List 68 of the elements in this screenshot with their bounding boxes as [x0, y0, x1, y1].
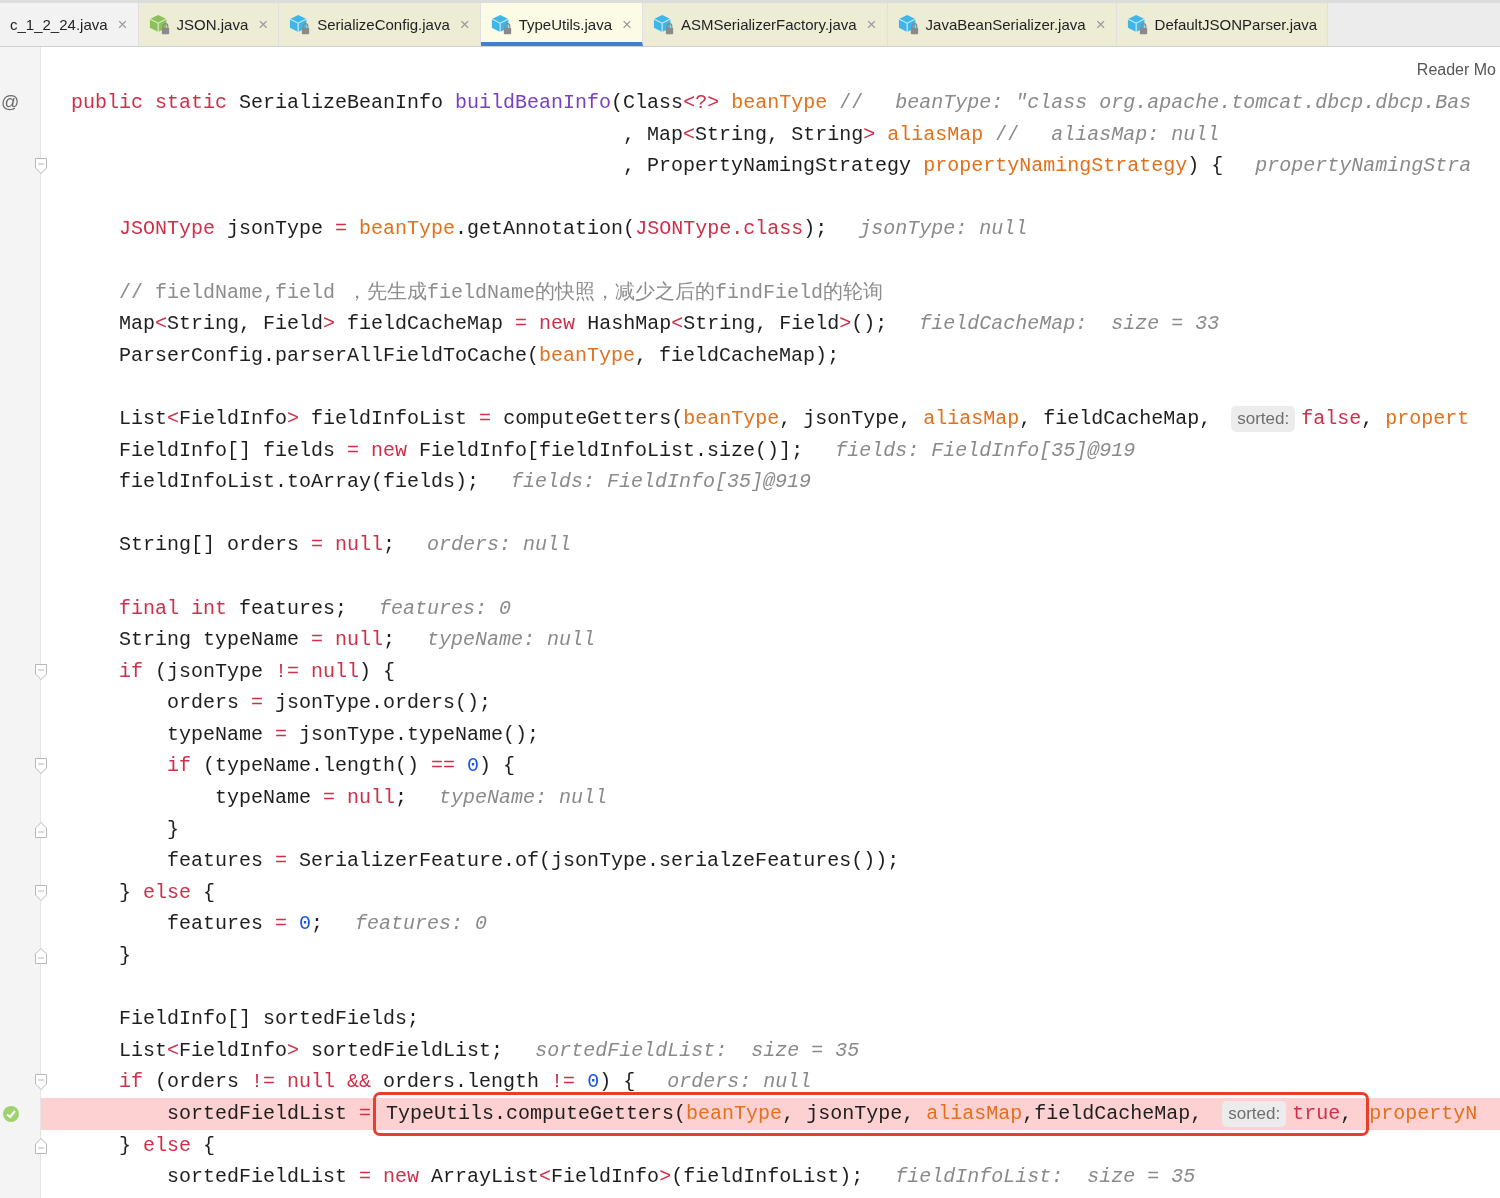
- debug-value: jsonType: null: [859, 216, 1028, 243]
- debug-value: fieldCacheMap: size = 33: [919, 311, 1220, 338]
- fold-icon[interactable]: [35, 758, 47, 775]
- code-text: typeName = null;: [215, 785, 408, 812]
- code-text: fieldInfoList.toArray(fields);: [119, 469, 480, 496]
- code-text: FieldInfo[] fields = new FieldInfo[fieldInfoList.size()];: [119, 437, 804, 464]
- editor-tab[interactable]: TypeUtils.java ×: [480, 3, 643, 46]
- code-text: }: [167, 816, 179, 843]
- editor-tab[interactable]: JavaBeanSerializer.java ×: [887, 3, 1117, 46]
- code-text: String[] orders = null;: [119, 532, 396, 559]
- debug-value: orders: null: [667, 1069, 812, 1096]
- code-text: Map<String, Field> fieldCacheMap = new HashMap<String, Field>();: [119, 311, 888, 338]
- code-text: , Map<String, String> aliasMap //: [623, 121, 1020, 148]
- code-text: JSONType jsonType = beanType.getAnnotation(JSONType.class);: [119, 216, 828, 243]
- code-text: FieldInfo[] sortedFields;: [119, 1006, 420, 1033]
- reader-mode-link[interactable]: Reader Mo: [1416, 55, 1496, 79]
- code-text: if (orders != null && orders.length != 0) {: [119, 1069, 636, 1096]
- editor-tab[interactable]: SerializeConfig.java ×: [279, 3, 481, 46]
- parameter-hint: sorted:: [1222, 1100, 1287, 1127]
- code-text: } else {: [119, 1132, 216, 1159]
- code-text: false, propert: [1301, 405, 1470, 432]
- override-marker[interactable]: @: [1, 91, 20, 113]
- debug-value: typeName: null: [427, 627, 596, 654]
- code-text: , PropertyNamingStrategy propertyNamingStrategy) {: [623, 153, 1224, 180]
- code-text: features = 0;: [167, 911, 324, 938]
- fold-icon[interactable]: [35, 1074, 47, 1091]
- check-icon[interactable]: [2, 1105, 20, 1123]
- debug-value: typeName: null: [439, 785, 608, 812]
- code-text: public static SerializeBeanInfo buildBeanInfo(Class<?> beanType //: [71, 90, 864, 116]
- code-text: true,: [1292, 1101, 1353, 1127]
- debug-value: aliasMap: null: [1051, 121, 1220, 148]
- code-text: orders = jsonType.orders();: [167, 690, 492, 717]
- code-text: TypeUtils.computeGetters(beanType, jsonType, aliasMap,fieldCacheMap,: [386, 1101, 1203, 1127]
- debug-value: features: 0: [379, 595, 512, 622]
- code-text: typeName = jsonType.typeName();: [167, 721, 540, 748]
- fold-icon[interactable]: [35, 158, 47, 175]
- fold-icon[interactable]: [35, 821, 47, 838]
- fold-icon[interactable]: [35, 884, 47, 901]
- code-text: if (typeName.length() == 0) {: [167, 753, 516, 780]
- debug-value: sortedFieldList: size = 35: [535, 1037, 860, 1064]
- debug-value: features: 0: [355, 911, 488, 938]
- parameter-hint: sorted:: [1231, 405, 1296, 432]
- debug-value: orders: null: [427, 532, 572, 559]
- code-text: // fieldName,field ，先生成fieldName的快照，减少之后的findField的轮询: [119, 279, 884, 306]
- editor-tab[interactable]: c_1_2_24.java ×: [0, 3, 139, 46]
- code-text: List<FieldInfo> fieldInfoList = computeGetters(beanType, jsonType, aliasMap, fieldCacheMap,: [119, 405, 1212, 432]
- code-text: ParserConfig.parserAllFieldToCache(beanType, fieldCacheMap);: [119, 342, 840, 369]
- editor-tab[interactable]: DefaultJSONParser.java: [1116, 3, 1329, 46]
- editor-tab[interactable]: ASMSerializerFactory.java ×: [643, 3, 888, 46]
- code-text: final int features;: [119, 595, 348, 622]
- debug-value: propertyNamingStra: [1255, 153, 1472, 180]
- code-text: propertyN: [1369, 1101, 1478, 1127]
- code-text: String typeName = null;: [119, 627, 396, 654]
- debug-value: fields: FieldInfo[35]@919: [835, 437, 1136, 464]
- code-text: List<FieldInfo> sortedFieldList;: [119, 1037, 504, 1064]
- code-text: features = SerializerFeature.of(jsonType.serialzeFeatures());: [167, 848, 900, 875]
- debug-value: beanType: "class org.apache.tomcat.dbcp.dbcp.Bas: [895, 90, 1472, 116]
- code-text: }: [119, 943, 131, 970]
- code-text: if (jsonType != null) {: [119, 658, 396, 685]
- code-text: sortedFieldList =: [167, 1101, 372, 1127]
- fold-icon[interactable]: [35, 948, 47, 965]
- debug-value: fields: FieldInfo[35]@919: [511, 469, 812, 496]
- code-text: } else {: [119, 879, 216, 906]
- debug-value: fieldInfoList: size = 35: [895, 1164, 1196, 1191]
- editor-tab[interactable]: JSON.java ×: [138, 3, 280, 46]
- fold-icon[interactable]: [35, 663, 47, 680]
- fold-icon[interactable]: [35, 1137, 47, 1154]
- code-text: sortedFieldList = new ArrayList<FieldInfo>(fieldInfoList);: [167, 1164, 864, 1191]
